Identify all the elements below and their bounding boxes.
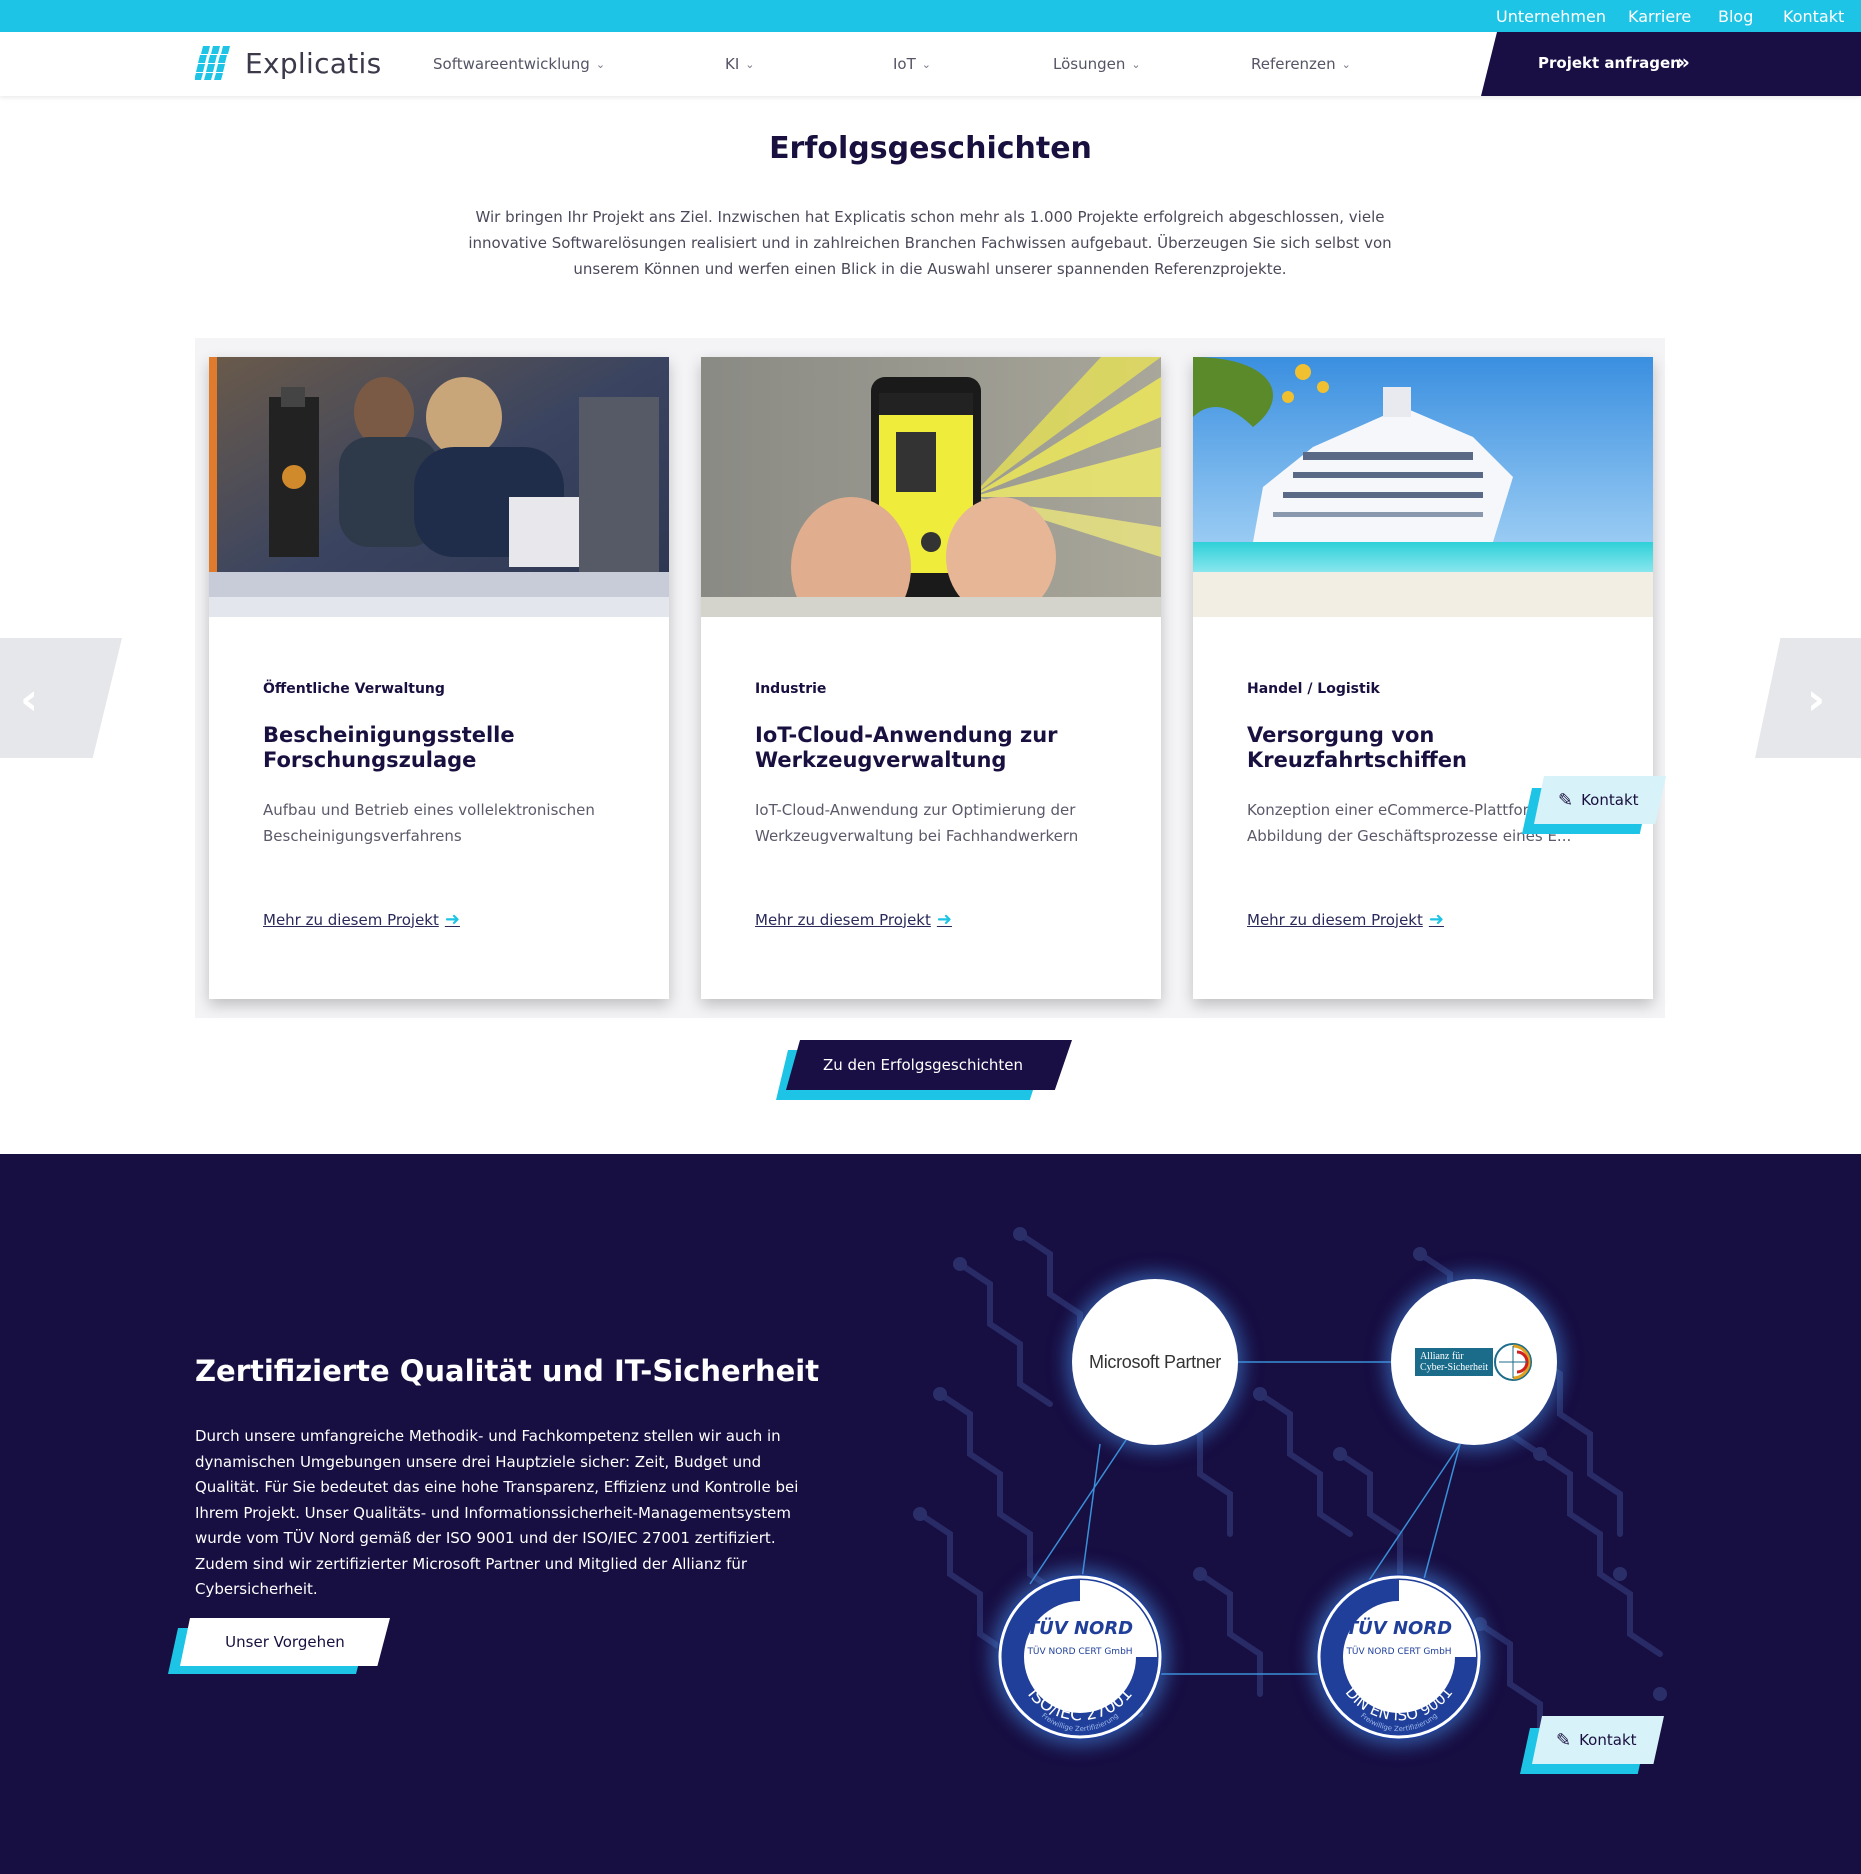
story-description: IoT-Cloud-Anwendung zur Optimierung der … [755,801,1079,845]
tuv-cert-text: TÜV NORD CERT GmbH [1026,1646,1132,1657]
nav-item-label: IoT [893,55,916,73]
to-stories-button-label: Zu den Erfolgsgeschichten [822,1056,1024,1074]
logo-grid-icon [195,46,230,80]
project-request-button[interactable]: Projekt anfragen » [1481,32,1861,96]
floating-contact-button[interactable]: ✎ Kontakt [1522,776,1666,838]
to-stories-button-face: Zu den Erfolgsgeschichten [786,1040,1072,1090]
topbar-link-kontakt[interactable]: Kontakt [1783,7,1844,26]
story-more-label: Mehr zu diesem Projekt [755,910,931,929]
tuv-iso9001-badge: TÜV NORD TÜV NORD CERT GmbH DIN EN ISO 9… [1316,1574,1482,1740]
topbar-link-blog[interactable]: Blog [1718,7,1753,26]
chevron-down-icon: ⌄ [921,57,931,71]
brand-logo[interactable]: Explicatis [195,46,382,80]
topbar-link-karriere[interactable]: Karriere [1628,7,1691,26]
nav-item-label: Referenzen [1251,55,1336,73]
contact-button-label: Kontakt [1581,791,1639,809]
allianz-line-1: Allianz für [1419,1351,1464,1362]
chevron-left-icon: ‹ [20,674,39,725]
brand-name: Explicatis [245,46,382,80]
microsoft-partner-badge: Microsoft Partner [1072,1279,1238,1445]
handshake-icon: ✎ [1558,789,1574,811]
allianz-logo: Allianz für Cyber-Sicherheit [1414,1342,1533,1382]
contact-button-label: Kontakt [1579,1731,1637,1749]
nav-item-loesungen[interactable]: Lösungen ⌄ [1053,55,1141,73]
to-stories-button[interactable]: Zu den Erfolgsgeschichten [776,1040,1072,1102]
story-more-label: Mehr zu diesem Projekt [263,910,439,929]
quality-title: Zertifizierte Qualität und IT-Sicherheit [195,1354,820,1388]
tuv-cert-text: TÜV NORD CERT GmbH [1345,1646,1451,1657]
page-title: Erfolgsgeschichten [769,131,1092,166]
story-image-cruise-ship [1193,357,1653,617]
story-more-link[interactable]: Mehr zu diesem Projekt ➜ [1247,909,1444,930]
story-more-label: Mehr zu diesem Projekt [1247,910,1423,929]
story-more-link[interactable]: Mehr zu diesem Projekt ➜ [263,909,460,930]
chevron-down-icon: ⌄ [595,57,606,71]
story-card[interactable]: Handel / Logistik Versorgung von Kreuzfa… [1193,357,1653,999]
nav-item-referenzen[interactable]: Referenzen ⌄ [1251,55,1351,73]
story-card[interactable]: Industrie IoT-Cloud-Anwendung zur Werkze… [701,357,1161,999]
our-approach-button-face: Unser Vorgehen [180,1618,390,1666]
story-more-link[interactable]: Mehr zu diesem Projekt ➜ [755,909,952,930]
nav-item-label: Softwareentwicklung [433,55,590,73]
nav-item-iot[interactable]: IoT ⌄ [893,55,931,73]
nav-item-ki[interactable]: KI ⌄ [725,55,754,73]
quality-text: Durch unsere umfangreiche Methodik- und … [195,1427,799,1598]
double-chevron-right-icon: » [1677,50,1690,74]
nav-item-label: Lösungen [1053,55,1126,73]
tuv-brand-text: TÜV NORD [1027,1617,1133,1639]
chevron-down-icon: ⌄ [745,57,755,71]
stories-intro: Wir bringen Ihr Projekt ans Ziel. Inzwis… [468,208,1392,278]
our-approach-button-label: Unser Vorgehen [225,1633,345,1651]
allianz-emblem-icon [1494,1343,1533,1381]
main-navigation: Explicatis Softwareentwicklung ⌄ KI ⌄ IoT ⌄… [0,32,1861,96]
story-image-iot-app [701,357,1161,617]
chevron-right-icon: › [1807,674,1826,725]
story-title: Versorgung von Kreuzfahrtschiffen [1247,723,1467,772]
nav-item-softwareentwicklung[interactable]: Softwareentwicklung ⌄ [433,55,605,73]
microsoft-partner-label: Microsoft Partner [1089,1351,1221,1372]
contact-button-face: ✎ Kontakt [1532,1716,1664,1764]
story-card[interactable]: Öffentliche Verwaltung Bescheinigungsste… [209,357,669,999]
story-category: Öffentliche Verwaltung [263,681,445,697]
carousel-prev-button[interactable]: ‹ [0,638,122,758]
allianz-line-2: Cyber-Sicherheit [1419,1362,1489,1373]
tuv-iso27001-badge: TÜV NORD TÜV NORD CERT GmbH ISO/IEC 2700… [997,1574,1163,1740]
story-category: Handel / Logistik [1247,681,1380,697]
nav-item-label: KI [725,55,740,73]
story-title: Bescheinigungsstelle Forschungszulage [263,723,515,772]
topbar-link-unternehmen[interactable]: Unternehmen [1496,7,1606,26]
allianz-cybersicherheit-badge: Allianz für Cyber-Sicherheit [1391,1279,1557,1445]
story-image-lab [209,357,669,617]
project-request-label: Projekt anfragen [1538,54,1681,72]
carousel-next-button[interactable]: › [1755,638,1861,758]
tuv-seal-graphic: TÜV NORD TÜV NORD CERT GmbH ISO/IEC 2700… [998,1575,1162,1739]
story-description: Aufbau und Betrieb eines vollelektronisc… [263,801,595,845]
our-approach-button[interactable]: Unser Vorgehen [168,1618,390,1676]
chevron-down-icon: ⌄ [1131,57,1141,71]
handshake-icon: ✎ [1556,1729,1572,1751]
chevron-down-icon: ⌄ [1341,57,1351,71]
story-title: IoT-Cloud-Anwendung zur Werkzeugverwaltu… [755,723,1058,772]
arrow-right-icon: ➜ [444,909,460,930]
top-utility-bar: Unternehmen Karriere Blog Kontakt [0,0,1861,32]
tuv-brand-text: TÜV NORD [1346,1617,1452,1639]
contact-button-face: ✎ Kontakt [1534,776,1666,824]
arrow-right-icon: ➜ [936,909,952,930]
arrow-right-icon: ➜ [1428,909,1444,930]
tuv-seal-graphic: TÜV NORD TÜV NORD CERT GmbH DIN EN ISO 9… [1317,1575,1481,1739]
allianz-logo-text: Allianz für Cyber-Sicherheit [1414,1348,1494,1376]
floating-contact-button[interactable]: ✎ Kontakt [1520,1716,1664,1778]
story-category: Industrie [755,681,827,697]
